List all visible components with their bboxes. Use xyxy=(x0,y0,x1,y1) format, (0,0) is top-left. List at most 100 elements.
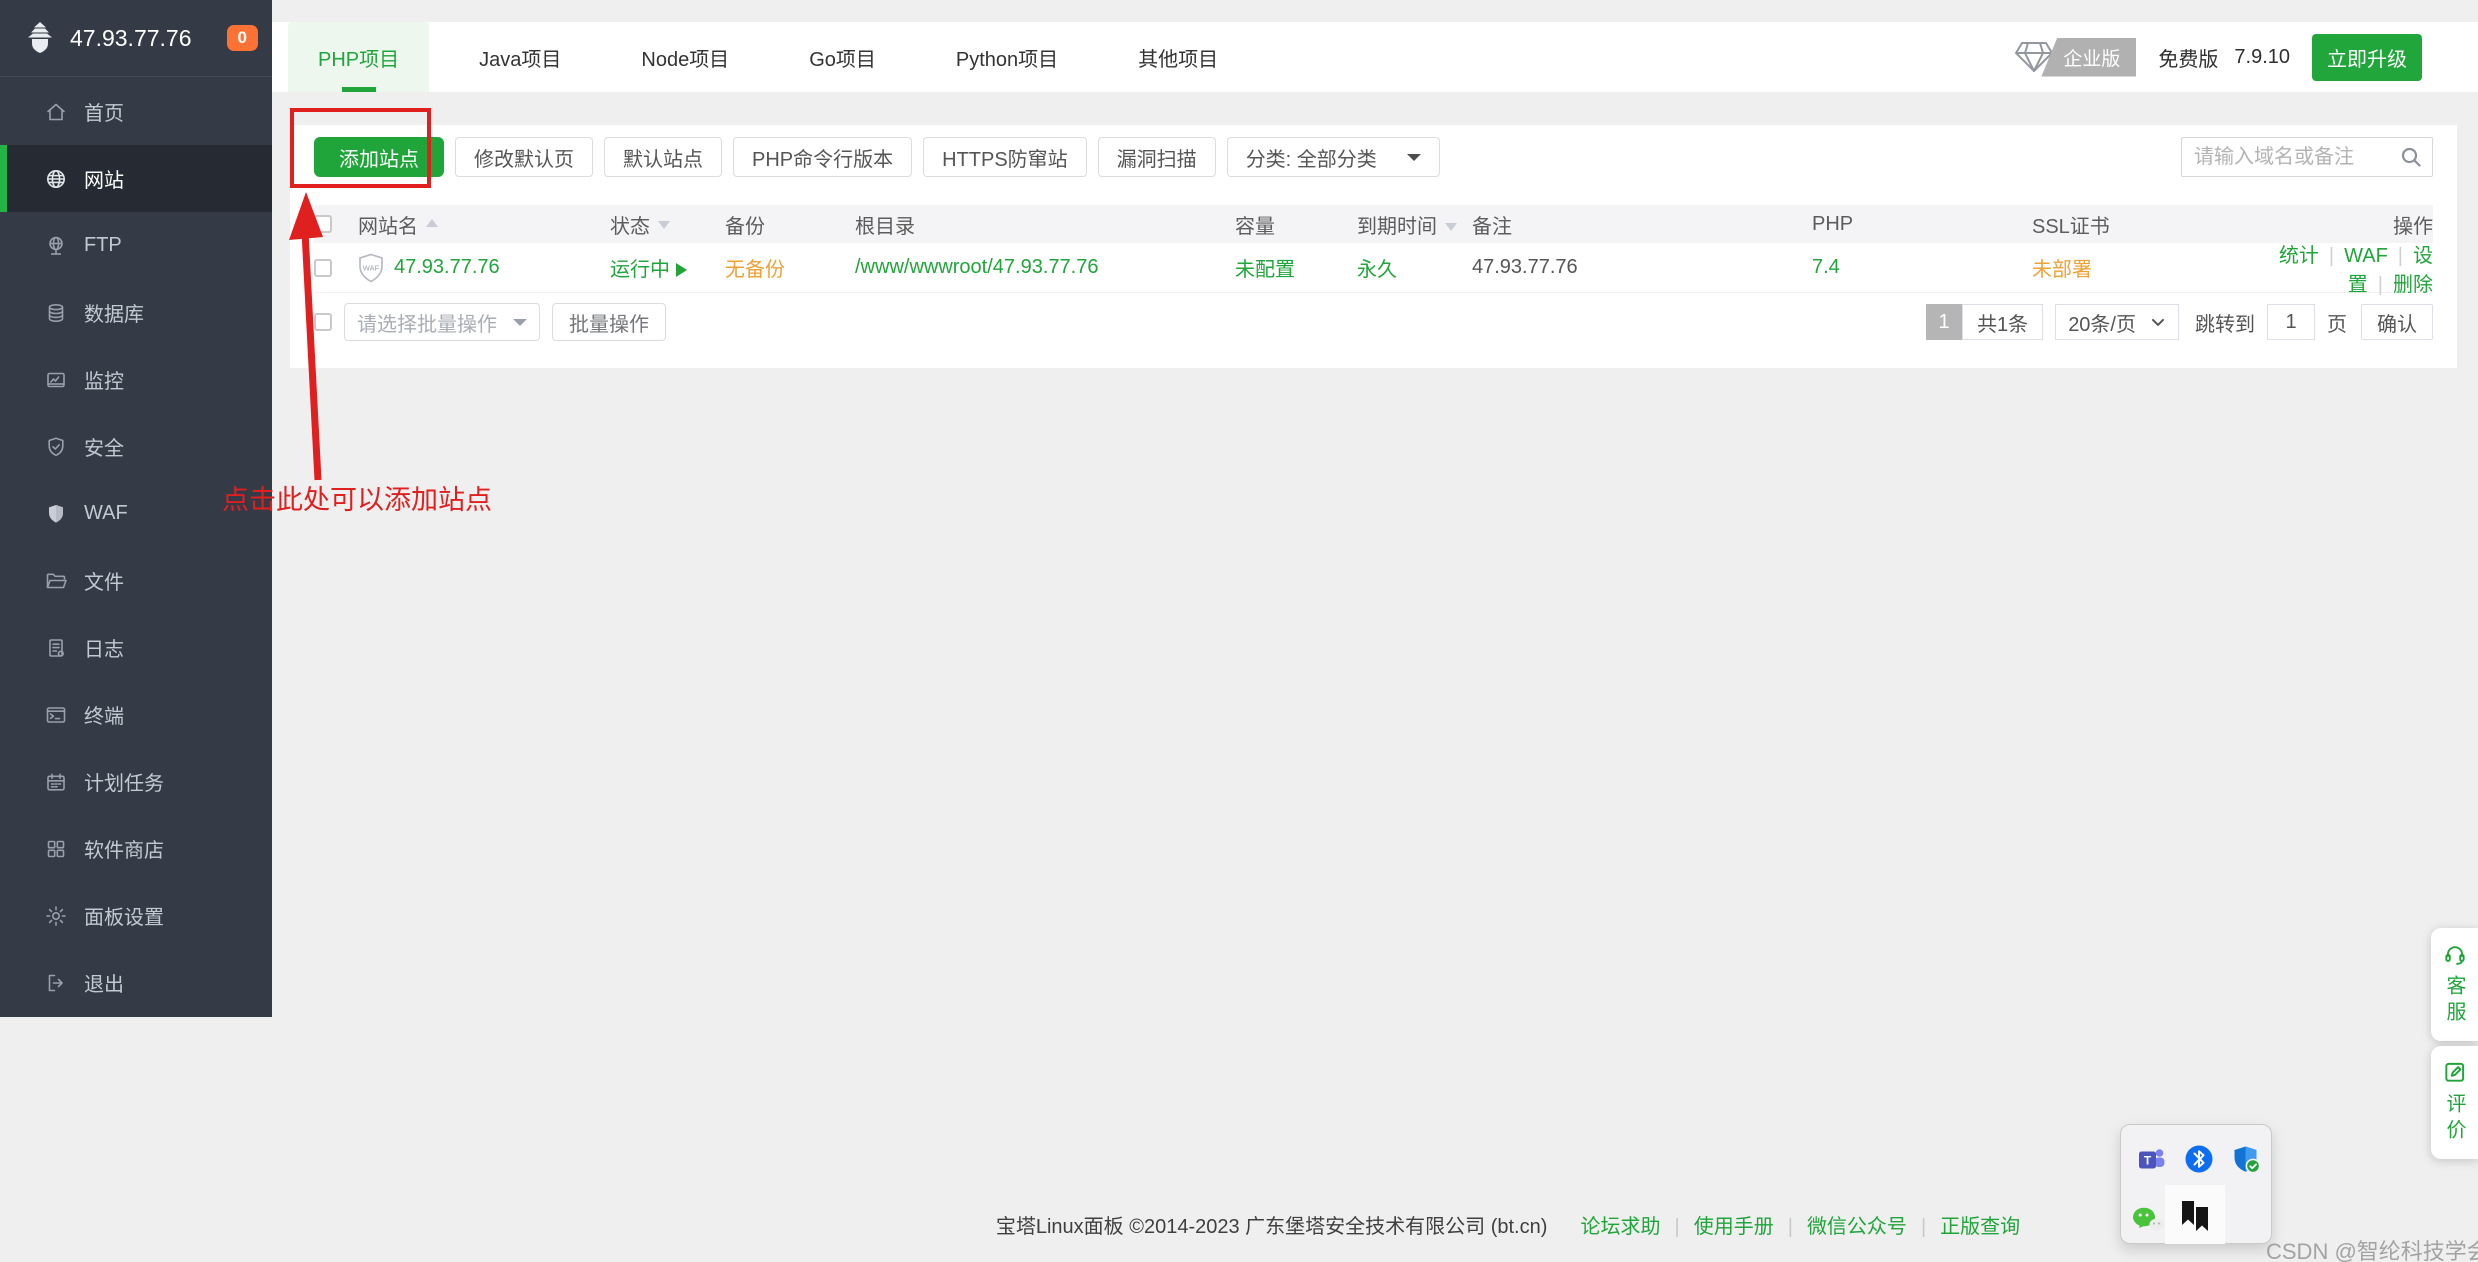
customer-service-button[interactable]: 客服 xyxy=(2431,928,2478,1041)
tab-php[interactable]: PHP项目 xyxy=(288,22,429,92)
quota-link[interactable]: 未配置 xyxy=(1235,259,1295,281)
site-actions-cell: 统计|WAF|设置|删除 xyxy=(2260,239,2433,297)
sidebar-item-appstore[interactable]: 软件商店 xyxy=(0,815,272,882)
edition-badge: 企业版 xyxy=(2041,38,2136,77)
total-count: 共1条 xyxy=(1962,304,2043,340)
sidebar-item-ftp[interactable]: FTP xyxy=(0,212,272,279)
search-icon[interactable] xyxy=(2399,145,2423,169)
tab-python[interactable]: Python项目 xyxy=(926,22,1088,92)
sidebar-item-label: 退出 xyxy=(84,968,124,997)
footer-link-genuine[interactable]: 正版查询 xyxy=(1940,1216,2020,1238)
default-site-button[interactable]: 默认站点 xyxy=(604,137,722,177)
col-label: 根目录 xyxy=(855,216,915,238)
sidebar-item-home[interactable]: 首页 xyxy=(0,78,272,145)
message-count-badge[interactable]: 0 xyxy=(227,25,258,51)
sidebar-item-database[interactable]: 数据库 xyxy=(0,279,272,346)
filter-down-icon[interactable] xyxy=(658,221,670,235)
php-cli-version-button[interactable]: PHP命令行版本 xyxy=(733,137,912,177)
https-guard-button[interactable]: HTTPS防窜站 xyxy=(923,137,1087,177)
tab-java[interactable]: Java项目 xyxy=(449,22,591,92)
col-rootdir: 根目录 xyxy=(855,210,1235,239)
action-waf-link[interactable]: WAF xyxy=(2344,245,2388,267)
sidebar-item-files[interactable]: 文件 xyxy=(0,547,272,614)
batch-action-select[interactable]: 请选择批量操作 xyxy=(344,303,540,341)
sidebar-item-logs[interactable]: 日志 xyxy=(0,614,272,681)
action-delete-link[interactable]: 删除 xyxy=(2393,274,2433,296)
col-label: 操作 xyxy=(2393,216,2433,238)
category-filter-dropdown[interactable]: 分类: 全部分类 xyxy=(1227,137,1440,177)
ftp-globe-icon xyxy=(44,234,68,258)
sidebar-nav: 首页 网站 FTP 数据库 监控 安全 xyxy=(0,77,272,1016)
col-expire[interactable]: 到期时间 xyxy=(1357,210,1472,239)
waf-shield-icon xyxy=(44,502,68,526)
sidebar-item-website[interactable]: 网站 xyxy=(0,145,272,212)
col-sitename[interactable]: 网站名 xyxy=(358,210,610,239)
tab-other[interactable]: 其他项目 xyxy=(1108,22,1248,92)
sidebar-item-label: 文件 xyxy=(84,566,124,595)
footer-link-wechat[interactable]: 微信公众号 xyxy=(1807,1216,1907,1238)
col-ssl: SSL证书 xyxy=(2032,210,2260,239)
play-triangle-icon[interactable] xyxy=(676,263,694,277)
sidebar-item-monitor[interactable]: 监控 xyxy=(0,346,272,413)
jump-page-input[interactable] xyxy=(2267,304,2315,340)
wechat-icon[interactable] xyxy=(2131,1205,2165,1235)
tab-label: Python项目 xyxy=(956,43,1058,72)
review-button[interactable]: 评价 xyxy=(2431,1046,2478,1159)
page-number-button[interactable]: 1 xyxy=(1926,304,1962,340)
windows-security-icon[interactable] xyxy=(2231,1144,2261,1174)
sidebar-item-label: 网站 xyxy=(84,164,124,193)
sort-asc-icon[interactable] xyxy=(426,213,438,227)
site-php-cell: 7.4 xyxy=(1812,256,2032,279)
ssl-status-link[interactable]: 未部署 xyxy=(2032,259,2092,281)
tab-node[interactable]: Node项目 xyxy=(611,22,759,92)
modify-default-page-button[interactable]: 修改默认页 xyxy=(455,137,593,177)
row-select-cell xyxy=(314,259,358,277)
action-stats-link[interactable]: 统计 xyxy=(2279,245,2319,267)
root-path-link[interactable]: /www/wwwroot/47.93.77.76 xyxy=(855,256,1098,278)
batch-select-all-checkbox[interactable] xyxy=(314,313,332,331)
waf-shield-badge-icon[interactable]: WAF xyxy=(358,253,384,283)
footer-link-manual[interactable]: 使用手册 xyxy=(1694,1216,1774,1238)
sidebar-item-settings[interactable]: 面板设置 xyxy=(0,882,272,949)
sidebar-item-cron[interactable]: 计划任务 xyxy=(0,748,272,815)
php-version-link[interactable]: 7.4 xyxy=(1812,256,1840,278)
edition-tag[interactable]: 企业版 xyxy=(2013,38,2136,77)
sidebar-item-label: 首页 xyxy=(84,97,124,126)
page-size-select[interactable]: 20条/页 xyxy=(2055,304,2179,340)
row-checkbox[interactable] xyxy=(314,259,332,277)
select-all-checkbox[interactable] xyxy=(314,215,332,233)
add-site-button[interactable]: 添加站点 xyxy=(314,137,444,177)
chevron-down-icon xyxy=(1407,154,1421,168)
folder-icon xyxy=(44,569,68,593)
upgrade-button[interactable]: 立即升级 xyxy=(2312,34,2422,81)
black-flags-icon[interactable] xyxy=(2177,1197,2213,1237)
chevron-down-icon xyxy=(2148,312,2168,332)
sidebar-item-terminal[interactable]: 终端 xyxy=(0,681,272,748)
expire-link[interactable]: 永久 xyxy=(1357,259,1397,281)
site-note-cell: 47.93.77.76 xyxy=(1472,256,1812,279)
svg-text:T: T xyxy=(2144,1154,2152,1168)
batch-apply-button[interactable]: 批量操作 xyxy=(552,303,666,341)
col-note: 备注 xyxy=(1472,210,1812,239)
sidebar-item-security[interactable]: 安全 xyxy=(0,413,272,480)
site-ssl-cell: 未部署 xyxy=(2032,253,2260,282)
site-note[interactable]: 47.93.77.76 xyxy=(1472,256,1578,278)
teams-icon[interactable]: T xyxy=(2137,1145,2167,1175)
jump-confirm-button[interactable]: 确认 xyxy=(2361,304,2433,340)
filter-down-icon[interactable] xyxy=(1445,223,1457,237)
plan-label: 免费版 xyxy=(2158,43,2218,72)
site-status-link[interactable]: 运行中 xyxy=(610,253,670,282)
site-name-link[interactable]: 47.93.77.76 xyxy=(394,256,500,279)
bluetooth-icon[interactable] xyxy=(2184,1144,2214,1174)
tab-go[interactable]: Go项目 xyxy=(779,22,906,92)
footer-link-forum[interactable]: 论坛求助 xyxy=(1581,1216,1661,1238)
site-backup-cell: 无备份 xyxy=(725,253,855,282)
col-status[interactable]: 状态 xyxy=(610,210,725,239)
search-input[interactable] xyxy=(2181,137,2433,177)
sidebar-item-logout[interactable]: 退出 xyxy=(0,949,272,1016)
col-php: PHP xyxy=(1812,213,2032,236)
col-label: 网站名 xyxy=(358,210,418,239)
vuln-scan-button[interactable]: 漏洞扫描 xyxy=(1098,137,1216,177)
select-all-cell xyxy=(314,215,358,233)
backup-status-link[interactable]: 无备份 xyxy=(725,259,785,281)
